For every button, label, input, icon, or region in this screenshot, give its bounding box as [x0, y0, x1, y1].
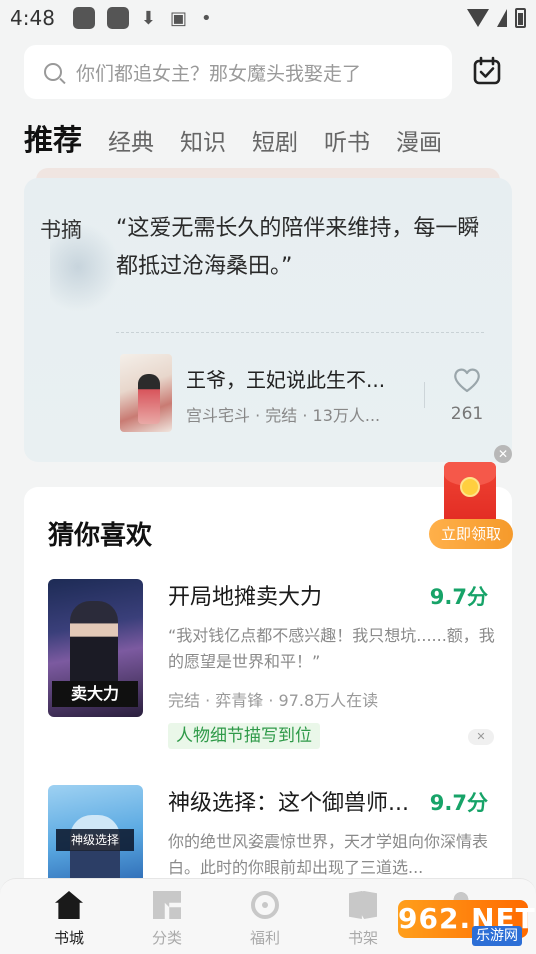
watermark-subtext: 乐游网 [472, 926, 522, 946]
home-icon [55, 891, 83, 919]
search-placeholder: 你们都追女主？那女魔头我娶走了 [76, 62, 362, 85]
excerpt-book-meta: 宫斗宅斗 · 完结 · 13万人... [186, 406, 381, 425]
category-icon [153, 891, 181, 919]
check-in-calendar-button[interactable] [466, 52, 508, 90]
section-title: 猜你喜欢 [48, 521, 153, 551]
nav-category[interactable]: 分类 [118, 879, 216, 954]
calendar-check-icon [473, 56, 501, 85]
excerpt-label: 书摘 [40, 218, 82, 242]
tab-short-drama[interactable]: 短剧 [252, 128, 298, 158]
coin-icon [460, 477, 480, 497]
status-bar: 4:48 ⬇ ▣ • [0, 0, 536, 36]
tab-knowledge[interactable]: 知识 [180, 128, 226, 158]
dismiss-close-icon[interactable]: ✕ [468, 729, 494, 745]
book-description: 你的绝世风姿震惊世界，天才学姐向你深情表白。此时的你眼前却出现了三道选... [168, 832, 489, 877]
cover-title: 神级选择 [56, 829, 134, 851]
battery-icon [515, 8, 526, 28]
nav-label: 福利 [249, 929, 280, 947]
book-meta: 完结 · 弈青锋 · 97.8万人在读 [168, 691, 379, 710]
excerpt-book-title[interactable]: 王爷，王妃说此生不... [186, 364, 385, 393]
welfare-icon [251, 891, 279, 919]
like-count: 261 [450, 404, 484, 424]
book-title[interactable]: 神级选择：这个御兽师... [168, 785, 409, 817]
cover-title: 卖大力 [52, 681, 138, 707]
divider [424, 382, 425, 408]
tab-recommend[interactable]: 推荐 [24, 122, 82, 158]
book-title[interactable]: 开局地摊卖大力 [168, 579, 322, 611]
more-notifications-icon: • [201, 7, 212, 29]
download-icon: ⬇ [140, 7, 157, 29]
nav-bookstore[interactable]: 书城 [20, 879, 118, 954]
search-icon [44, 63, 62, 81]
status-time: 4:48 [10, 6, 55, 30]
tab-audiobook[interactable]: 听书 [324, 128, 370, 158]
category-tabs: 推荐 经典 知识 短剧 听书 漫画 [24, 108, 442, 158]
nav-welfare[interactable]: 福利 [216, 879, 314, 954]
nav-label: 分类 [151, 929, 182, 947]
excerpt-text: “这爱无需长久的陪伴来维持，每一瞬都抵过沧海桑田。” [116, 216, 480, 279]
nav-label: 书架 [347, 929, 378, 947]
book-tag: 人物细节描写到位 [168, 723, 320, 749]
site-watermark-logo: 962.NET 乐游网 [398, 896, 535, 950]
signal-icon [497, 9, 507, 27]
search-bar[interactable]: 你们都追女主？那女魔头我娶走了 [24, 45, 452, 99]
close-icon[interactable]: ✕ [494, 445, 512, 463]
notification-app-icon [106, 7, 129, 29]
bookshelf-icon [349, 891, 377, 919]
book-score: 9.7分 [429, 585, 488, 609]
font-icon: ▣ [170, 7, 188, 29]
notification-app-icon [72, 7, 95, 29]
divider [116, 332, 484, 333]
claim-reward-button[interactable]: 立即领取 [429, 519, 513, 549]
book-score: 9.7分 [429, 791, 488, 815]
nav-label: 书城 [53, 929, 84, 947]
wifi-icon [467, 9, 489, 27]
book-description: “我对钱亿点都不感兴趣！我只想坑......额，我的愿望是世界和平！” [168, 626, 495, 671]
like-heart-icon[interactable] [452, 366, 482, 394]
tab-comics[interactable]: 漫画 [396, 128, 442, 158]
book-excerpt-card[interactable]: 书摘 “这爱无需长久的陪伴来维持，每一瞬都抵过沧海桑田。” 王爷，王妃说此生不.… [24, 178, 512, 462]
book-cover[interactable] [120, 354, 172, 432]
book-cover[interactable]: 卖大力 [48, 579, 143, 717]
tab-classic[interactable]: 经典 [108, 128, 154, 158]
